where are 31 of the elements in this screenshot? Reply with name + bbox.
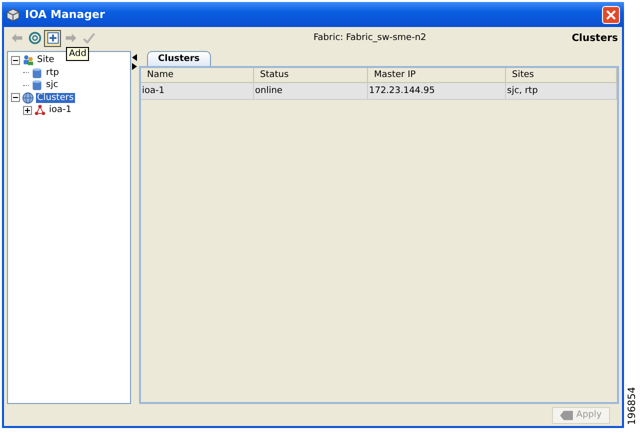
close-icon[interactable] [605,8,617,20]
tree-item[interactable]: ioa-1 [48,105,72,116]
people-icon [22,54,34,66]
splitter-arrows-icon[interactable] [132,54,138,70]
network-icon [34,104,46,116]
app-icon [6,8,20,22]
table-cell: sjc, rtp [506,83,617,100]
database-icon [31,79,43,92]
expand-icon[interactable] [23,106,32,115]
globe-icon [22,92,34,104]
section-title: Clusters [572,32,618,44]
window-title: IOA Manager [25,8,106,21]
table-row[interactable]: ioa-1 online 172.23.144.95 sjc, rtp [141,83,617,99]
table-cell: 172.23.144.95 [368,83,506,100]
close-button[interactable] [602,6,620,24]
refresh-icon[interactable] [26,30,43,46]
table-cell: ioa-1 [141,83,254,100]
add-icon[interactable] [44,30,61,46]
tree-item[interactable]: Clusters [36,92,75,103]
collapse-icon[interactable] [11,56,20,65]
tab[interactable]: Clusters [147,51,211,66]
tooltip: Add [66,47,90,61]
table-cell: online [254,83,368,100]
tree-item[interactable]: sjc [45,80,60,90]
database-icon [31,66,43,79]
tag-icon [560,410,574,420]
tree-item[interactable]: rtp [45,68,60,78]
tree-item[interactable]: Site [36,55,56,66]
collapse-icon[interactable] [11,93,20,102]
figure-number: 196854 [627,386,639,426]
fabric-label: Fabric: Fabric_sw-sme-n2 [312,33,428,43]
